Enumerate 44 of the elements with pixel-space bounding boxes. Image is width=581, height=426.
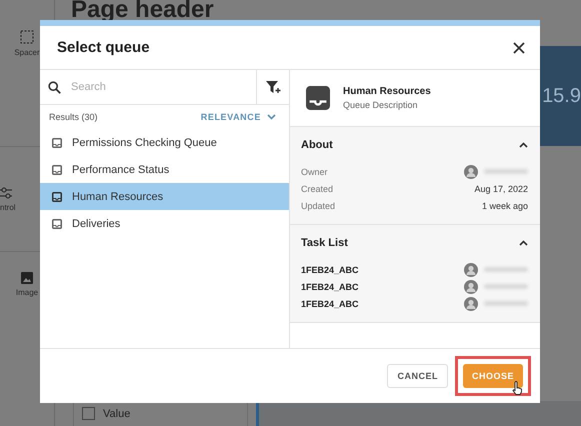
- chevron-up-icon: [519, 142, 528, 148]
- tray-icon: [306, 86, 330, 110]
- section-header[interactable]: About: [301, 127, 528, 163]
- image-icon: [21, 272, 33, 284]
- chevron-up-icon: [519, 240, 528, 246]
- section-header[interactable]: Task List: [301, 225, 528, 261]
- blurred-name: [484, 169, 528, 174]
- results-count: Results (30): [49, 112, 98, 122]
- hand-cursor-icon: [512, 381, 523, 395]
- task-id: 1FEB24_ABC: [301, 298, 359, 308]
- avatar-icon: [464, 280, 478, 294]
- field-label: Owner: [301, 166, 328, 176]
- blurred-name: [484, 267, 528, 272]
- task-id: 1FEB24_ABC: [301, 282, 359, 292]
- field-label: Updated: [301, 200, 336, 210]
- field-label: Created: [301, 184, 334, 194]
- queue-name: Human Resources: [343, 86, 431, 97]
- metric-value: 15.9: [540, 46, 581, 146]
- chevron-down-icon: [267, 114, 276, 120]
- sidebar-item-label: Image: [16, 288, 38, 297]
- tray-icon: [52, 218, 62, 228]
- task-id: 1FEB24_ABC: [301, 264, 359, 274]
- tray-icon: [52, 164, 62, 174]
- avatar-icon: [464, 296, 478, 310]
- field-value: Aug 17, 2022: [474, 184, 528, 194]
- field-value: 1 week ago: [482, 200, 528, 210]
- avatar-icon: [464, 164, 478, 178]
- search-icon: [48, 80, 61, 94]
- close-button[interactable]: [512, 40, 526, 54]
- dialog-title: Select queue: [57, 39, 150, 56]
- sidebar-item-label: Spacer: [14, 48, 40, 57]
- checkbox-label: Value: [103, 408, 130, 420]
- queue-description: Queue Description: [343, 100, 419, 110]
- blurred-name: [484, 301, 528, 306]
- queue-item[interactable]: Human Resources: [40, 183, 289, 210]
- checkbox[interactable]: [82, 407, 95, 420]
- tray-icon: [52, 192, 62, 202]
- sidebar-item-label: ntrol: [0, 202, 16, 212]
- avatar-icon: [464, 262, 478, 276]
- blurred-name: [484, 284, 528, 289]
- cancel-button[interactable]: CANCEL: [387, 364, 448, 388]
- tray-icon: [52, 138, 62, 148]
- filter-icon: [266, 80, 280, 94]
- dashed-square-icon: [20, 30, 34, 44]
